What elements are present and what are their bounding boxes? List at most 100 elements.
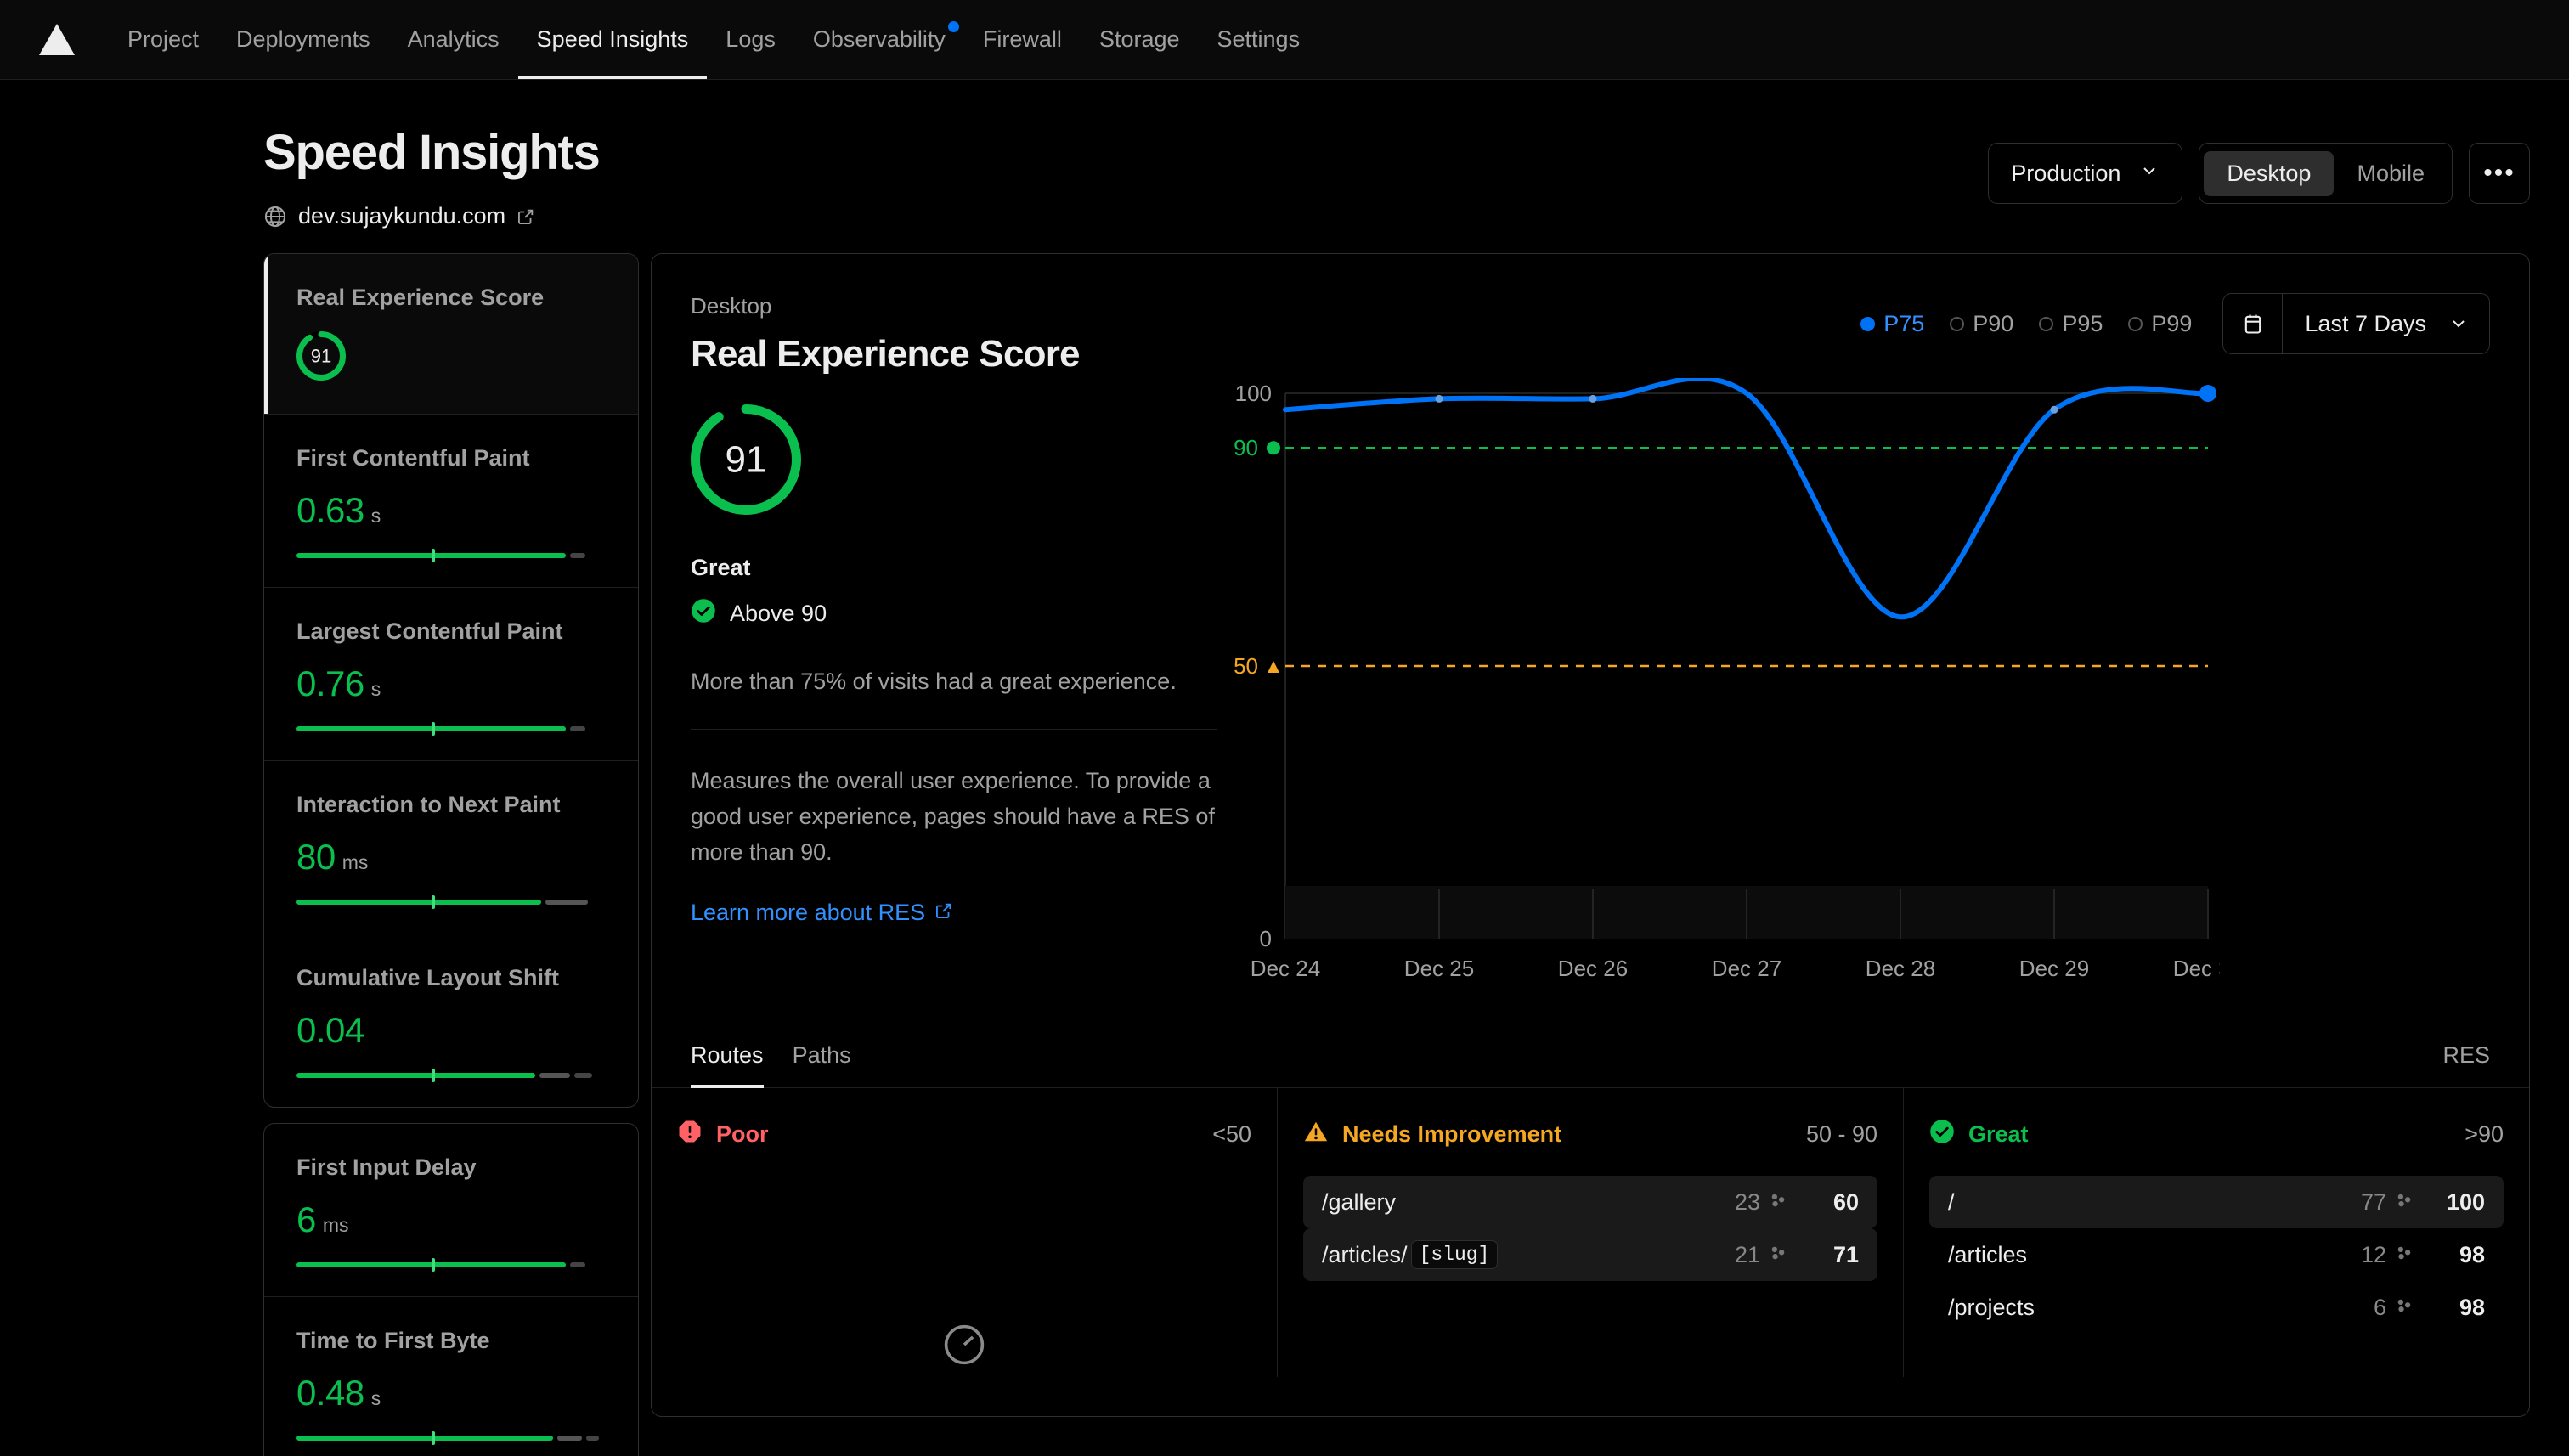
external-link-icon — [934, 900, 953, 926]
score-ring-small: 91 — [296, 331, 606, 385]
nav-item-speed insights[interactable]: Speed Insights — [518, 0, 708, 79]
detail-panel: Desktop Real Experience Score 91 Great A… — [651, 253, 2530, 1417]
date-range-dropdown[interactable]: Last 7 Days — [2222, 293, 2490, 354]
metric-label: Interaction to Next Paint — [296, 792, 606, 818]
device-toggle-mobile[interactable]: Mobile — [2334, 151, 2448, 196]
nav-item-firewall[interactable]: Firewall — [964, 0, 1081, 79]
column-label: Poor — [716, 1121, 769, 1148]
bar-segment-good — [296, 1436, 553, 1441]
svg-text:91: 91 — [726, 439, 767, 481]
routes-list: /gallery 23 60 /articles/ [slug] 21 71 — [1303, 1176, 1877, 1281]
row-metrics: 12 98 — [2361, 1242, 2485, 1268]
metric-value-row: 0.63 s — [296, 490, 606, 531]
metric-value-row: 0.48 s — [296, 1373, 606, 1414]
metric-marker — [432, 1258, 435, 1272]
sidebar-metric-real-experience-score[interactable]: Real Experience Score 91 — [264, 254, 638, 415]
chart-controls: P75 P90 P95 P99 Last 7 Days — [1234, 293, 2490, 354]
vercel-triangle-logo[interactable] — [39, 24, 75, 55]
notification-dot-icon — [948, 21, 959, 32]
learn-more-link[interactable]: Learn more about RES — [691, 900, 953, 926]
metric-group: First Input Delay 6 ms Time to First Byt… — [263, 1123, 639, 1456]
nav-item-deployments[interactable]: Deployments — [217, 0, 389, 79]
nav-item-storage[interactable]: Storage — [1081, 0, 1199, 79]
threshold-marker-triangle — [1268, 661, 1279, 673]
rating-sub-label: Above 90 — [730, 601, 827, 627]
radio-icon — [2128, 317, 2143, 331]
tab-paths[interactable]: Paths — [793, 1042, 851, 1087]
page-title: Speed Insights — [263, 124, 600, 181]
route-path-text: /projects — [1948, 1295, 2035, 1321]
routes-column-poor: Poor <50 — [652, 1088, 1278, 1377]
route-dynamic-segment: [slug] — [1411, 1240, 1499, 1269]
route-path-text: /gallery — [1322, 1189, 1396, 1216]
score-ring-large: 91 — [691, 404, 1217, 519]
sample-count: 12 — [2361, 1242, 2414, 1268]
sample-count-value: 6 — [2374, 1295, 2386, 1321]
external-link-icon — [517, 207, 535, 226]
tab-routes[interactable]: Routes — [691, 1042, 764, 1087]
project-domain-label: dev.sujaykundu.com — [298, 203, 505, 229]
column-header-left: Needs Improvement — [1303, 1119, 1561, 1150]
nav-item-observability[interactable]: Observability — [794, 0, 964, 79]
metric-group: Real Experience Score 91 First Contentfu… — [263, 253, 639, 1108]
nav-item-project[interactable]: Project — [109, 0, 217, 79]
res-column-header: RES — [2442, 1042, 2490, 1087]
nav-item-settings[interactable]: Settings — [1199, 0, 1319, 79]
sidebar-metric-cumulative-layout-shift[interactable]: Cumulative Layout Shift 0.04 — [264, 934, 638, 1107]
metric-marker — [432, 549, 435, 562]
sample-count-value: 12 — [2361, 1242, 2386, 1268]
metric-unit: s — [371, 678, 381, 701]
metric-unit: ms — [342, 851, 369, 874]
table-row[interactable]: /gallery 23 60 — [1303, 1176, 1877, 1228]
device-toggle-desktop[interactable]: Desktop — [2204, 151, 2334, 196]
project-domain-row[interactable]: dev.sujaykundu.com — [263, 203, 600, 229]
metric-value: 0.04 — [296, 1010, 364, 1051]
percentile-option-p75[interactable]: P75 — [1860, 311, 1924, 337]
routes-tabs-row: Routes Paths RES — [652, 1042, 2529, 1088]
metric-label: Time to First Byte — [296, 1328, 606, 1354]
nav-item-label: Settings — [1217, 26, 1301, 53]
percentile-option-p90[interactable]: P90 — [1950, 311, 2013, 337]
header-controls: Production Desktop Mobile ••• — [1988, 143, 2530, 204]
bar-segment-warn — [539, 1073, 570, 1078]
learn-more-label: Learn more about RES — [691, 900, 925, 926]
panel-title: Real Experience Score — [691, 333, 1217, 375]
x-tick-label: Dec 25 — [1404, 956, 1474, 981]
sidebar-metric-time-to-first-byte[interactable]: Time to First Byte 0.48 s — [264, 1297, 638, 1456]
svg-text:91: 91 — [311, 346, 331, 367]
sidebar-metric-first-contentful-paint[interactable]: First Contentful Paint 0.63 s — [264, 415, 638, 588]
sidebar-metric-first-input-delay[interactable]: First Input Delay 6 ms — [264, 1124, 638, 1297]
column-header: Great >90 — [1929, 1119, 2504, 1150]
bar-segment-bad — [586, 1436, 598, 1441]
globe-icon — [263, 205, 287, 229]
nav-item-analytics[interactable]: Analytics — [389, 0, 518, 79]
route-path: /projects — [1948, 1295, 2035, 1321]
percentile-selector: P75 P90 P95 P99 — [1860, 311, 2192, 337]
sidebar-metric-largest-contentful-paint[interactable]: Largest Contentful Paint 0.76 s — [264, 588, 638, 761]
metric-threshold-bar — [296, 1262, 606, 1267]
radio-icon — [2039, 317, 2053, 331]
check-circle-icon — [1929, 1119, 1955, 1150]
nav-item-logs[interactable]: Logs — [707, 0, 794, 79]
sidebar-metric-interaction-to-next-paint[interactable]: Interaction to Next Paint 80 ms — [264, 761, 638, 934]
description-text: Measures the overall user experience. To… — [691, 764, 1217, 871]
percentile-option-p95[interactable]: P95 — [2039, 311, 2103, 337]
x-tick-label: Dec 29 — [2019, 956, 2089, 981]
table-row[interactable]: /articles 12 98 — [1929, 1228, 2504, 1281]
routes-tab-list: Routes Paths — [691, 1042, 851, 1087]
samples-icon — [1769, 1242, 1787, 1268]
environment-dropdown[interactable]: Production — [1988, 143, 2182, 204]
res-line-chart[interactable]: 90501000Dec 24Dec 25Dec 26Dec 27Dec 28De… — [1234, 378, 2490, 1007]
more-options-button[interactable]: ••• — [2469, 143, 2530, 204]
panel-top: Desktop Real Experience Score 91 Great A… — [652, 254, 2529, 1007]
routes-list: / 77 100 /articles 12 98 /projects 6 — [1929, 1176, 2504, 1334]
percentile-option-p99[interactable]: P99 — [2128, 311, 2192, 337]
table-row[interactable]: / 77 100 — [1929, 1176, 2504, 1228]
nav-item-label: Analytics — [408, 26, 500, 53]
table-row[interactable]: /articles/ [slug] 21 71 — [1303, 1228, 1877, 1281]
data-point — [1589, 395, 1597, 403]
table-row[interactable]: /projects 6 98 — [1929, 1281, 2504, 1334]
sample-count-value: 21 — [1735, 1242, 1760, 1268]
rating-sub-row: Above 90 — [691, 598, 1217, 629]
row-metrics: 23 60 — [1735, 1189, 1859, 1216]
